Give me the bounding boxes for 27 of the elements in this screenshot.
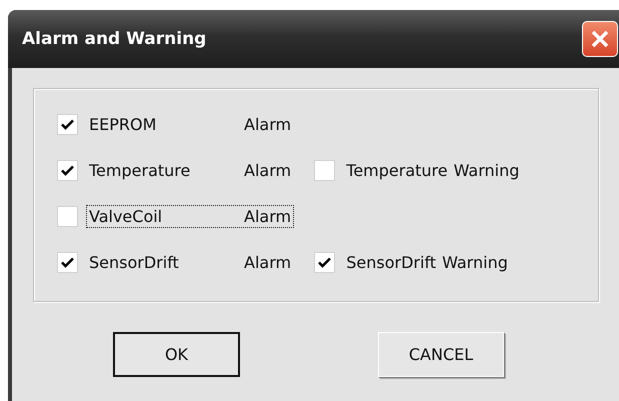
checkbox[interactable] <box>314 160 336 180</box>
checkbox-label: ValveCoil <box>89 206 164 226</box>
check-icon <box>61 256 74 268</box>
check-icon <box>318 256 332 268</box>
check-icon <box>61 118 74 130</box>
close-button[interactable] <box>582 21 618 57</box>
checkbox[interactable] <box>57 160 78 180</box>
checkbox-label: EEPROM <box>89 114 158 134</box>
checkbox[interactable] <box>57 252 78 272</box>
checkbox-label: Alarm <box>244 114 292 134</box>
window-title: Alarm and Warning <box>22 29 206 49</box>
checkbox[interactable] <box>57 114 78 134</box>
ok-button[interactable]: OK <box>113 332 240 377</box>
checkbox-label: SensorDrift <box>89 252 180 272</box>
cancel-button[interactable]: CANCEL <box>378 332 504 377</box>
checkbox-label: Warning <box>454 160 520 180</box>
checkbox-label: Alarm <box>244 160 292 180</box>
checkbox[interactable] <box>57 206 78 226</box>
close-icon <box>590 29 610 49</box>
checkbox-label: Alarm <box>244 206 292 226</box>
checkbox[interactable] <box>314 252 336 272</box>
checkbox-label: Warning <box>442 252 508 272</box>
checkbox-label: SensorDrift <box>346 252 436 272</box>
checkbox-label: Alarm <box>244 252 292 272</box>
checkbox-label: Temperature <box>89 160 192 180</box>
checkbox-label: Temperature <box>346 160 448 180</box>
check-icon <box>61 164 74 176</box>
